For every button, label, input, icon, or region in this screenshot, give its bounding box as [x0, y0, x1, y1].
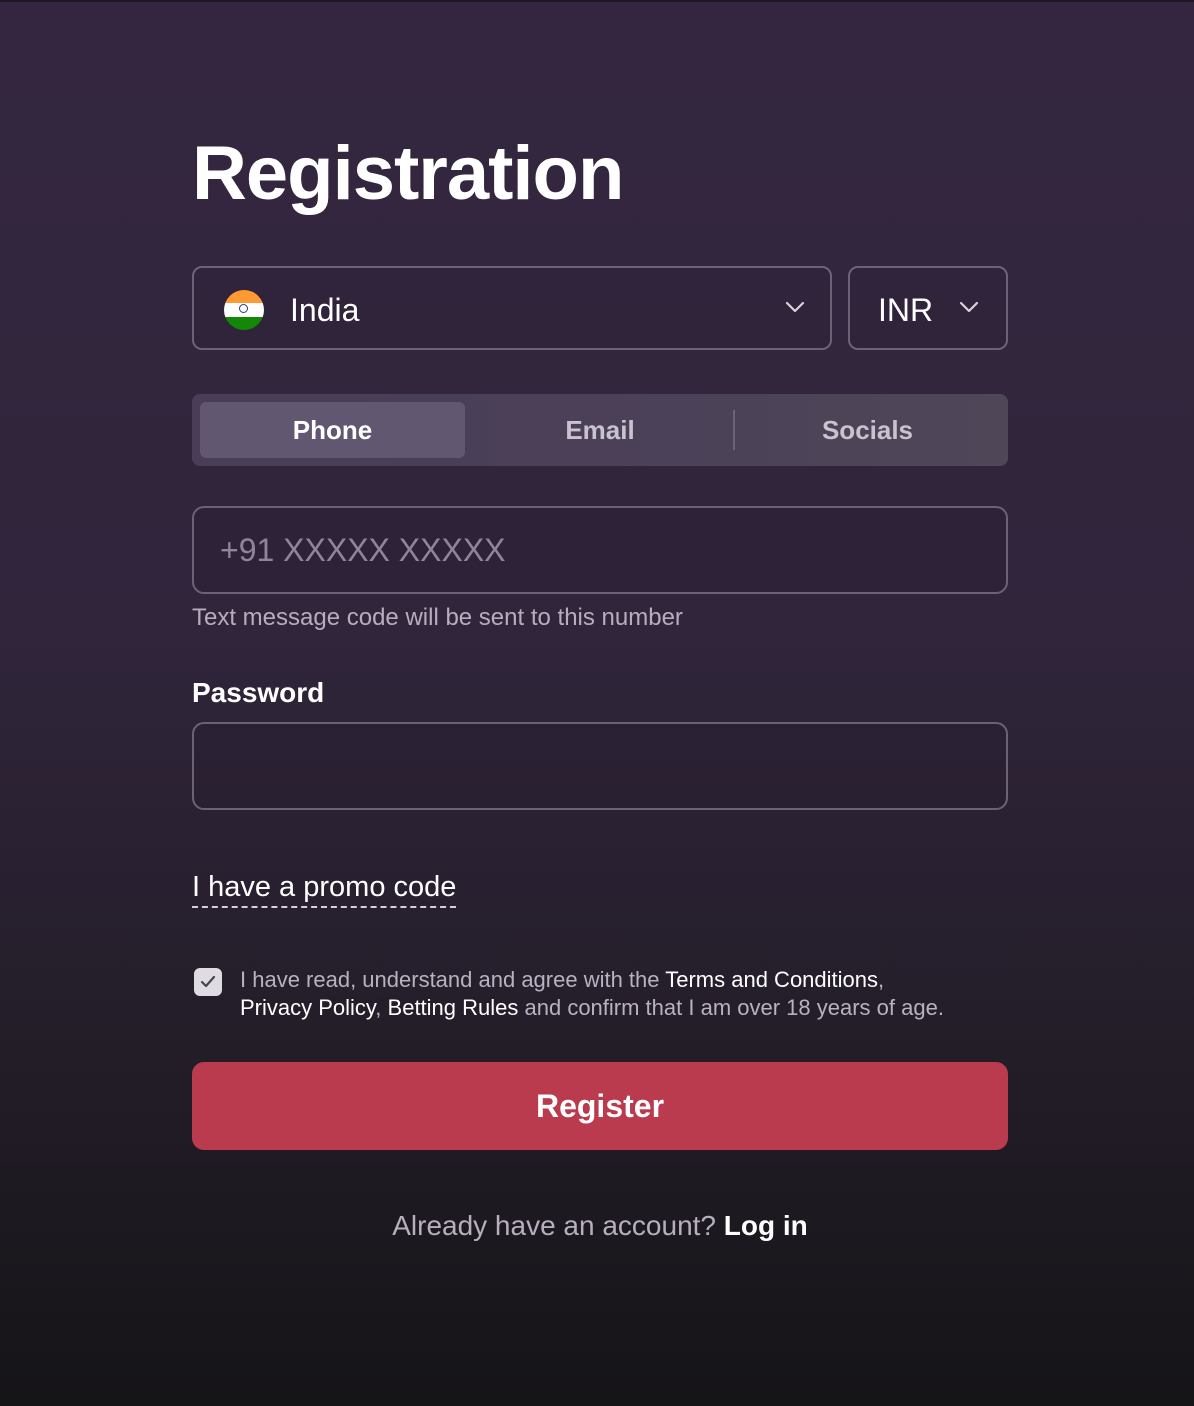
register-button[interactable]: Register [192, 1062, 1008, 1150]
agreement-text-part: I have read, understand and agree with t… [240, 967, 666, 992]
chevron-down-icon [785, 301, 805, 313]
password-label: Password [192, 677, 325, 708]
country-value: India [290, 292, 360, 328]
tab-phone[interactable]: Phone [200, 402, 465, 458]
india-flag-icon [224, 290, 264, 330]
agreement-separator: , [878, 967, 885, 992]
registration-method-tabs: Phone Email Socials [192, 394, 1008, 466]
phone-placeholder: +91 XXXXX XXXXX [220, 532, 506, 568]
login-prompt: Already have an account? [392, 1210, 716, 1241]
chevron-down-icon [959, 301, 979, 313]
tab-socials[interactable]: Socials [735, 402, 1000, 458]
password-input[interactable] [192, 722, 1008, 810]
phone-hint: Text message code will be sent to this n… [192, 604, 683, 631]
promo-code-link[interactable]: I have a promo code [192, 870, 457, 908]
betting-rules-link[interactable]: Betting Rules [388, 995, 519, 1020]
currency-select[interactable]: INR [848, 266, 1008, 350]
currency-value: INR [878, 292, 934, 328]
page-title: Registration [192, 131, 624, 216]
agreement-separator: , [375, 995, 388, 1020]
phone-input[interactable]: +91 XXXXX XXXXX [192, 506, 1008, 594]
login-link[interactable]: Log in [724, 1210, 808, 1241]
privacy-policy-link[interactable]: Privacy Policy [240, 995, 375, 1020]
login-prompt-row: Already have an account? Log in [192, 1208, 1008, 1244]
agreement-text: I have read, understand and agree with t… [240, 966, 1020, 1022]
country-select[interactable]: India [192, 266, 832, 350]
terms-link[interactable]: Terms and Conditions [665, 967, 878, 992]
agree-checkbox[interactable] [194, 968, 222, 996]
tab-email[interactable]: Email [467, 402, 733, 458]
top-border [0, 0, 1194, 2]
agreement-text-part: and confirm that I am over 18 years of a… [518, 995, 944, 1020]
checkmark-icon [200, 975, 216, 988]
